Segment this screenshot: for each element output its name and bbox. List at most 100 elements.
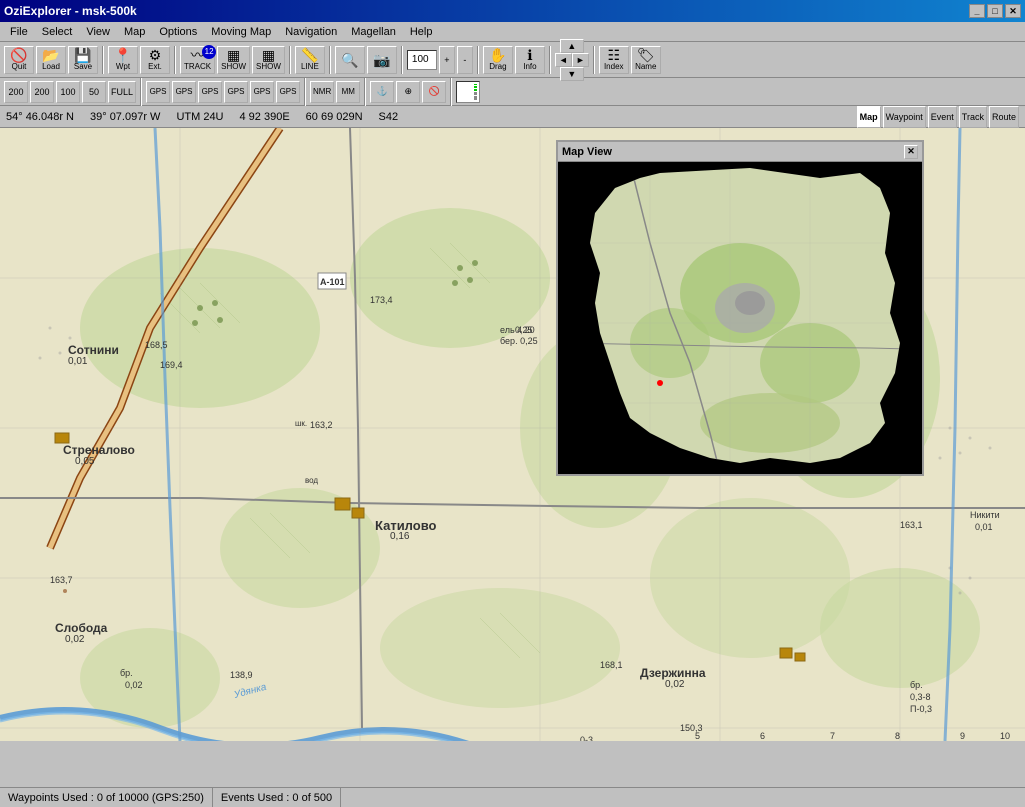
sep7: [549, 46, 551, 74]
restrict-button[interactable]: 🚫: [422, 81, 446, 103]
svg-text:шк.: шк.: [295, 419, 307, 428]
longitude-display: 39° 07.097r W: [90, 111, 160, 123]
anchor-button[interactable]: ⚓: [370, 81, 394, 103]
quit-button[interactable]: 🚫 Quit: [4, 46, 34, 74]
map-view-inner[interactable]: [558, 162, 922, 474]
zoom50-button[interactable]: 50: [82, 81, 106, 103]
sep6: [477, 46, 479, 74]
show2-button[interactable]: ▦ SHOW: [252, 46, 285, 74]
menu-options[interactable]: Options: [153, 24, 203, 40]
easting-display: 4 92 390E: [240, 111, 290, 123]
zoom-plus-button[interactable]: +: [439, 46, 455, 74]
quit-icon: 🚫: [10, 48, 27, 62]
name-button[interactable]: 🏷 Name: [631, 46, 661, 74]
map-tab[interactable]: Map: [857, 106, 881, 128]
track-button[interactable]: 12 〰 TRACK: [180, 46, 215, 74]
nav-right-button[interactable]: ►: [572, 53, 589, 67]
events-status: Events Used : 0 of 500: [213, 788, 341, 807]
minimap-svg: [570, 163, 910, 473]
menu-navigation[interactable]: Navigation: [279, 24, 343, 40]
ext-icon: ⚙: [149, 48, 162, 62]
zoom200-button[interactable]: 200: [4, 81, 28, 103]
waypoint-icon: 📍: [114, 48, 131, 62]
gps4-button[interactable]: GPS: [224, 81, 248, 103]
search-icon: 🔍: [341, 53, 358, 67]
svg-text:163,2: 163,2: [310, 420, 333, 430]
drag-icon: ✋: [489, 48, 506, 62]
toolbar2: 200 200 100 50 FULL GPS GPS GPS GPS GPS …: [0, 78, 1025, 106]
show2-icon: ▦: [262, 48, 275, 62]
map-view-close-button[interactable]: ✕: [904, 145, 918, 159]
map-view-popup: Map View ✕: [556, 140, 924, 476]
save-button[interactable]: 💾 Save: [68, 46, 98, 74]
route-tab[interactable]: Route: [989, 106, 1019, 128]
menu-select[interactable]: Select: [36, 24, 79, 40]
mm-button[interactable]: MM: [336, 81, 360, 103]
nav-left-button[interactable]: ◄: [555, 53, 572, 67]
svg-text:0,25: 0,25: [515, 325, 533, 335]
index-button[interactable]: ☷ Index: [599, 46, 629, 74]
menu-view[interactable]: View: [80, 24, 116, 40]
svg-text:7: 7: [830, 731, 835, 741]
gps6-button[interactable]: GPS: [276, 81, 300, 103]
menu-moving-map[interactable]: Moving Map: [205, 24, 277, 40]
zoom200b-button[interactable]: 200: [30, 81, 54, 103]
svg-text:Никити: Никити: [970, 510, 1000, 520]
svg-text:бр.: бр.: [120, 668, 133, 678]
name-icon: 🏷: [637, 48, 655, 62]
sep1: [102, 46, 104, 74]
menu-magellan[interactable]: Magellan: [345, 24, 402, 40]
svg-text:вод: вод: [305, 476, 318, 485]
zoom-input[interactable]: 100: [407, 50, 437, 70]
waypoint-tab[interactable]: Waypoint: [883, 106, 926, 128]
svg-text:9: 9: [960, 731, 965, 741]
menu-help[interactable]: Help: [404, 24, 439, 40]
svg-text:П-0,3: П-0,3: [910, 704, 932, 714]
show-icon: ▦: [227, 48, 240, 62]
zone-display: S42: [379, 111, 399, 123]
maximize-button[interactable]: □: [987, 4, 1003, 18]
title-bar: OziExplorer - msk-500k _ □ ✕: [0, 0, 1025, 22]
drag-button[interactable]: ✋ Drag: [483, 46, 513, 74]
svg-text:0,01: 0,01: [975, 522, 993, 532]
signal-bars: [456, 81, 480, 103]
load-button[interactable]: 📂 Load: [36, 46, 66, 74]
minimize-button[interactable]: _: [969, 4, 985, 18]
search-button[interactable]: 🔍: [335, 46, 365, 74]
menu-bar: File Select View Map Options Moving Map …: [0, 22, 1025, 42]
info-button[interactable]: ℹ Info: [515, 46, 545, 74]
gps2-button[interactable]: GPS: [172, 81, 196, 103]
menu-map[interactable]: Map: [118, 24, 151, 40]
nmr-button[interactable]: NMR: [310, 81, 334, 103]
zoom100-button[interactable]: 100: [56, 81, 80, 103]
close-button[interactable]: ✕: [1005, 4, 1021, 18]
track-badge: 12: [202, 45, 216, 59]
svg-text:163,1: 163,1: [900, 520, 923, 530]
sep8: [593, 46, 595, 74]
waypoint-button[interactable]: 📍 Wpt: [108, 46, 138, 74]
sep2: [174, 46, 176, 74]
latitude-display: 54° 46.048r N: [6, 111, 74, 123]
track-tab[interactable]: Track: [959, 106, 987, 128]
menu-file[interactable]: File: [4, 24, 34, 40]
gps1-button[interactable]: GPS: [146, 81, 170, 103]
gps3-button[interactable]: GPS: [198, 81, 222, 103]
zoom-minus-button[interactable]: -: [457, 46, 473, 74]
sep11: [364, 78, 366, 106]
svg-text:150,3: 150,3: [680, 723, 703, 733]
window-title: OziExplorer - msk-500k: [4, 4, 137, 18]
sep3: [289, 46, 291, 74]
zoom-full-button[interactable]: FULL: [108, 81, 136, 103]
nav-down-button[interactable]: ▼: [560, 67, 584, 81]
crosshair-button[interactable]: ⊕: [396, 81, 420, 103]
event-tab[interactable]: Event: [928, 106, 957, 128]
map-view-title-bar: Map View ✕: [558, 142, 922, 162]
line-button[interactable]: 📏 LINE: [295, 46, 325, 74]
screenshot-button[interactable]: 📷: [367, 46, 397, 74]
gps5-button[interactable]: GPS: [250, 81, 274, 103]
save-icon: 💾: [74, 48, 91, 62]
show-button[interactable]: ▦ SHOW: [217, 46, 250, 74]
ext-button[interactable]: ⚙ Ext.: [140, 46, 170, 74]
svg-text:6: 6: [760, 731, 765, 741]
nav-up-button[interactable]: ▲: [560, 39, 584, 53]
